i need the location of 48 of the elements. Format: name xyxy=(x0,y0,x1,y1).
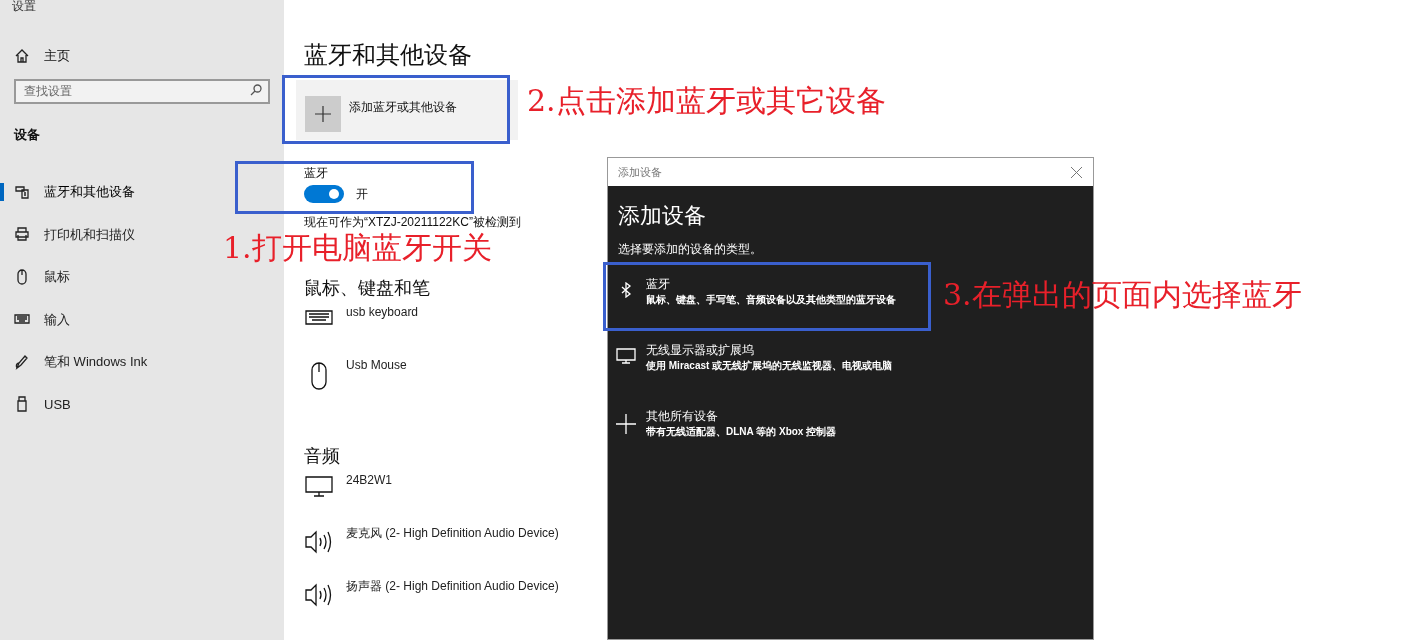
speaker-icon xyxy=(304,581,334,609)
annotation-text: 2.点击添加蓝牙或其它设备 xyxy=(527,86,886,116)
bluetooth-toggle[interactable] xyxy=(304,185,344,203)
plus-icon xyxy=(616,414,636,434)
bluetooth-icon xyxy=(619,282,633,298)
plus-icon xyxy=(305,96,341,132)
keyboard-icon xyxy=(305,307,333,327)
dialog-heading: 添加设备 xyxy=(618,202,707,230)
device-item[interactable]: usb keyboard xyxy=(304,301,423,354)
sidebar-item[interactable]: USB xyxy=(0,383,77,426)
home-link[interactable]: 主页 xyxy=(44,46,70,66)
device-type-option[interactable]: 无线显示器或扩展坞 使用 Miracast 或无线扩展坞的无线监视器、电视或电脑 xyxy=(608,342,897,408)
sidebar-item[interactable]: 蓝牙和其他设备 xyxy=(0,170,141,213)
device-type-option[interactable]: 其他所有设备 带有无线适配器、DLNA 等的 Xbox 控制器 xyxy=(608,408,841,474)
search-icon xyxy=(250,84,262,96)
toggle-state: 开 xyxy=(356,186,368,203)
device-item[interactable]: 24B2W1 xyxy=(304,469,397,522)
discoverable-text: 现在可作为“XTZJ-20211122KC”被检测到 xyxy=(304,214,521,231)
section-heading: 鼠标、键盘和笔 xyxy=(304,277,430,300)
page-title: 蓝牙和其他设备 xyxy=(304,40,472,70)
home-icon xyxy=(14,48,30,64)
mouse-icon xyxy=(308,360,330,390)
monitor-icon xyxy=(305,475,333,497)
devices-icon xyxy=(14,183,30,200)
sidebar-item[interactable]: 输入 xyxy=(0,298,76,341)
sidebar-item[interactable]: 鼠标 xyxy=(0,255,76,298)
search-field[interactable]: 查找设置 xyxy=(14,78,270,104)
sidebar-item[interactable]: 打印机和扫描仪 xyxy=(0,213,141,256)
section-heading: 设备 xyxy=(14,126,41,144)
speaker-icon xyxy=(304,528,334,556)
device-item[interactable]: 扬声器 (2- High Definition Audio Device) xyxy=(304,575,563,628)
annotation-text: 1.打开电脑蓝牙开关 xyxy=(223,233,492,263)
monitor-icon xyxy=(616,348,636,364)
device-item[interactable]: 麦克风 (2- High Definition Audio Device) xyxy=(304,522,563,575)
field-label: 蓝牙 xyxy=(304,166,328,180)
pen-icon xyxy=(14,353,30,370)
mouse-icon xyxy=(14,268,30,285)
dialog-subtitle: 选择要添加的设备的类型。 xyxy=(618,241,763,258)
window-title: 设置 xyxy=(11,0,37,14)
usb-drive-icon xyxy=(14,396,30,413)
sidebar-item[interactable]: 笔和 Windows Ink xyxy=(0,340,154,383)
close-button[interactable] xyxy=(1069,165,1083,179)
device-type-option[interactable]: 蓝牙 鼠标、键盘、手写笔、音频设备以及其他类型的蓝牙设备 xyxy=(608,276,900,342)
dialog-title: 添加设备 xyxy=(618,164,662,180)
section-heading: 音频 xyxy=(304,445,340,468)
printer-icon xyxy=(14,226,30,243)
device-item[interactable]: Usb Mouse xyxy=(304,354,411,407)
add-device-button[interactable]: 添加蓝牙或其他设备 xyxy=(296,80,518,140)
